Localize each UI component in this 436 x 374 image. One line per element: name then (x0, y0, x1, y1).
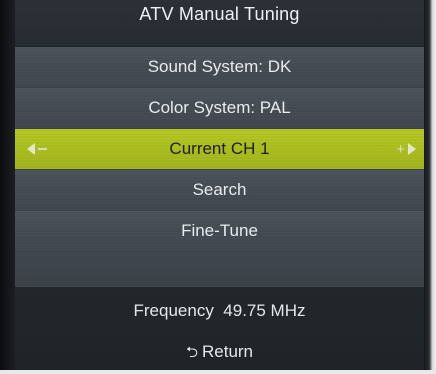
menu-item-sound-system[interactable]: Sound System: DK (15, 47, 424, 87)
frequency-value: 49.75 MHz (223, 301, 306, 320)
frequency-readout: Frequency 49.75 MHz (15, 301, 424, 321)
menu-item-label: Current CH 1 (169, 139, 270, 158)
frequency-label: Frequency (133, 301, 214, 320)
triangle-right-icon (408, 143, 416, 155)
menu-item-label: Color System: PAL (148, 98, 291, 117)
osd-footer: Frequency 49.75 MHz ⮌ Return (15, 287, 424, 370)
tv-bezel-right (424, 0, 436, 374)
tv-bezel-left (0, 0, 15, 374)
return-label: Return (201, 342, 254, 361)
menu-item-fine-tune[interactable]: Fine-Tune (15, 211, 424, 251)
menu-item-label: Fine-Tune (181, 221, 258, 240)
channel-decrease-control[interactable] (27, 129, 50, 169)
menu-title: ATV Manual Tuning (139, 4, 300, 24)
plus-icon: + (396, 140, 405, 158)
menu-item-empty (15, 252, 424, 292)
minus-icon (38, 148, 47, 150)
tuning-menu: Sound System: DK Color System: PAL Curre… (15, 47, 424, 292)
menu-item-color-system[interactable]: Color System: PAL (15, 88, 424, 128)
menu-item-label: Sound System: DK (147, 57, 292, 76)
menu-item-search[interactable]: Search (15, 170, 424, 210)
return-arrow-icon: ⮌ (185, 344, 198, 361)
menu-title-bar: ATV Manual Tuning (15, 0, 424, 46)
triangle-left-icon (27, 143, 35, 155)
menu-item-current-channel[interactable]: Current CH 1 + (15, 129, 424, 169)
return-button[interactable]: ⮌ Return (15, 342, 424, 367)
menu-item-label: Search (192, 180, 247, 199)
osd-screen: ATV Manual Tuning Sound System: DK Color… (15, 0, 424, 370)
tv-bezel-bottom (0, 370, 436, 374)
channel-increase-control[interactable]: + (393, 129, 416, 169)
